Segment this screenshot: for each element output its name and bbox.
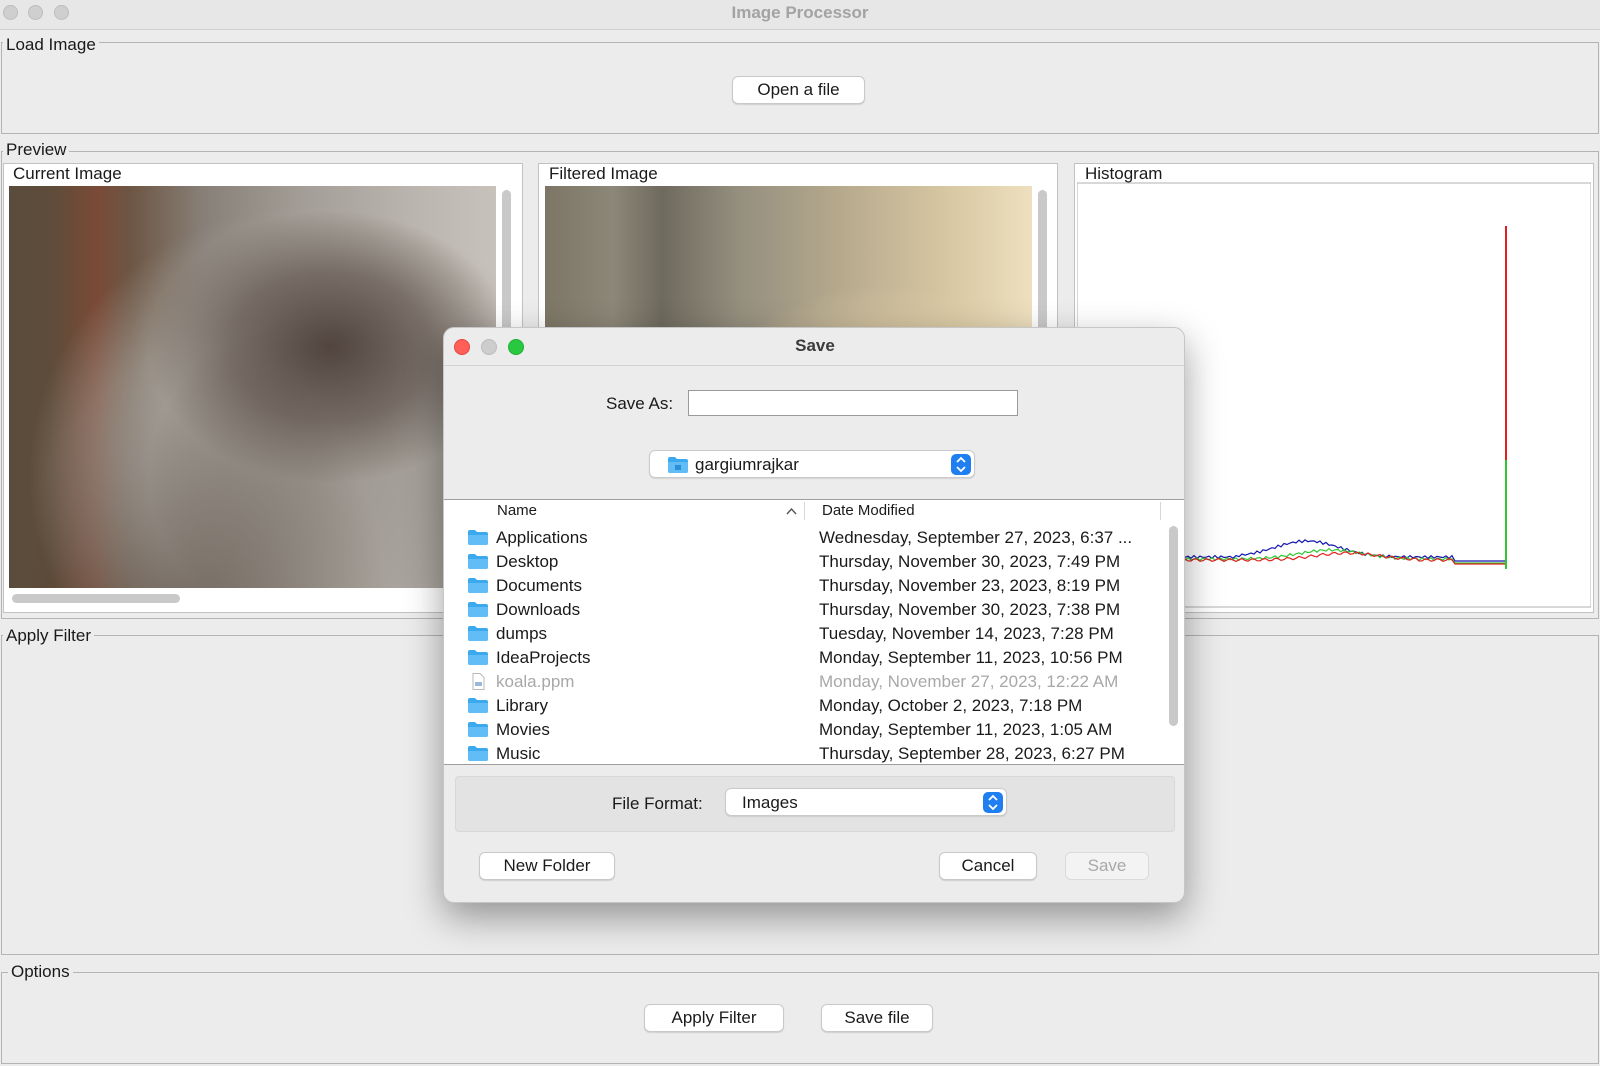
file-format-value: Images (742, 793, 798, 812)
column-divider[interactable] (804, 502, 805, 520)
file-date-modified: Thursday, September 28, 2023, 6:27 PM (819, 744, 1125, 763)
load-image-group-label: Load Image (3, 36, 99, 54)
file-format-area: File Format: Images (455, 776, 1175, 832)
downloads-folder-icon (467, 601, 489, 618)
file-name: IdeaProjects (496, 648, 591, 667)
movies-folder-icon (467, 721, 489, 738)
dialog-title: Save (795, 336, 835, 355)
file-row[interactable]: IdeaProjects Monday, September 11, 2023, … (444, 646, 1156, 670)
file-date-modified: Thursday, November 30, 2023, 7:38 PM (819, 600, 1121, 619)
documents-folder-icon (467, 577, 489, 594)
folder-icon (467, 625, 489, 642)
dialog-title-separator (444, 365, 1184, 366)
file-row[interactable]: Desktop Thursday, November 30, 2023, 7:49… (444, 550, 1156, 574)
new-folder-button[interactable]: New Folder (479, 852, 615, 880)
save-as-input[interactable] (688, 390, 1018, 416)
file-name: Library (496, 696, 548, 715)
file-row[interactable]: Movies Monday, September 11, 2023, 1:05 A… (444, 718, 1156, 742)
desktop-folder-icon (467, 553, 489, 570)
file-date-modified: Monday, November 27, 2023, 12:22 AM (819, 672, 1119, 691)
file-format-label: File Format: (612, 794, 703, 813)
column-divider (1160, 502, 1161, 520)
file-date-modified: Thursday, November 23, 2023, 8:19 PM (819, 576, 1121, 595)
file-row[interactable]: Downloads Thursday, November 30, 2023, 7:… (444, 598, 1156, 622)
save-dialog: Save Save As: gargiumrajkar Name Date Mo… (443, 327, 1185, 903)
file-icon (467, 673, 489, 690)
current-image-horizontal-scrollbar[interactable] (12, 594, 180, 603)
file-row[interactable]: Library Monday, October 2, 2023, 7:18 PM (444, 694, 1156, 718)
file-name: Movies (496, 720, 550, 739)
save-as-label: Save As: (606, 394, 674, 413)
save-file-button[interactable]: Save file (821, 1004, 933, 1032)
folder-icon (467, 649, 489, 666)
file-date-modified: Tuesday, November 14, 2023, 7:28 PM (819, 624, 1114, 643)
file-name: koala.ppm (496, 672, 575, 691)
current-image-label: Current Image (10, 165, 125, 183)
file-name: Applications (496, 528, 588, 547)
applications-folder-icon (467, 529, 489, 546)
library-folder-icon (467, 697, 489, 714)
open-file-button[interactable]: Open a file (732, 76, 865, 104)
file-date-modified: Monday, September 11, 2023, 10:56 PM (819, 648, 1123, 667)
options-group (1, 972, 1599, 1064)
cancel-button[interactable]: Cancel (939, 852, 1037, 880)
apply-filter-group-label: Apply Filter (3, 627, 95, 645)
file-row: koala.ppm Monday, November 27, 2023, 12:2… (444, 670, 1156, 694)
name-column-header[interactable]: Name (497, 502, 537, 519)
file-row[interactable]: Documents Thursday, November 23, 2023, 8:… (444, 574, 1156, 598)
current-image (9, 186, 496, 588)
chevron-updown-icon (983, 792, 1003, 813)
file-date-modified: Wednesday, September 27, 2023, 6:37 ... (819, 528, 1133, 547)
sort-ascending-icon (786, 507, 797, 515)
file-date-modified: Monday, October 2, 2023, 7:18 PM (819, 696, 1083, 715)
music-folder-icon (467, 745, 489, 762)
file-list-scrollbar[interactable] (1169, 526, 1178, 726)
file-list: Name Date Modified Applications Wednesday… (444, 499, 1184, 765)
file-format-popup[interactable]: Images (725, 788, 1007, 816)
current-image-vertical-scrollbar[interactable] (502, 190, 511, 350)
options-group-label: Options (8, 963, 73, 981)
chevron-updown-icon (951, 454, 971, 475)
filtered-image-vertical-scrollbar[interactable] (1038, 190, 1047, 350)
location-value: gargiumrajkar (695, 455, 799, 474)
home-folder-icon (668, 457, 688, 473)
file-name: Desktop (496, 552, 559, 571)
location-popup[interactable]: gargiumrajkar (649, 450, 975, 478)
file-name: dumps (496, 624, 548, 643)
filtered-image-label: Filtered Image (546, 165, 661, 183)
file-row[interactable]: Music Thursday, September 28, 2023, 6:27 … (444, 742, 1156, 764)
window-titlebar: Image Processor (0, 0, 1600, 30)
preview-group-label: Preview (3, 141, 70, 159)
file-name: Music (496, 744, 541, 763)
file-date-modified: Monday, September 11, 2023, 1:05 AM (819, 720, 1113, 739)
file-row[interactable]: dumps Tuesday, November 14, 2023, 7:28 PM (444, 622, 1156, 646)
date-column-header[interactable]: Date Modified (822, 502, 915, 519)
file-name: Documents (496, 576, 582, 595)
apply-filter-button[interactable]: Apply Filter (644, 1004, 784, 1032)
window-title: Image Processor (731, 3, 869, 22)
save-button[interactable]: Save (1065, 852, 1149, 880)
file-name: Downloads (496, 600, 581, 619)
file-row[interactable]: Applications Wednesday, September 27, 202… (444, 526, 1156, 550)
file-date-modified: Thursday, November 30, 2023, 7:49 PM (819, 552, 1121, 571)
